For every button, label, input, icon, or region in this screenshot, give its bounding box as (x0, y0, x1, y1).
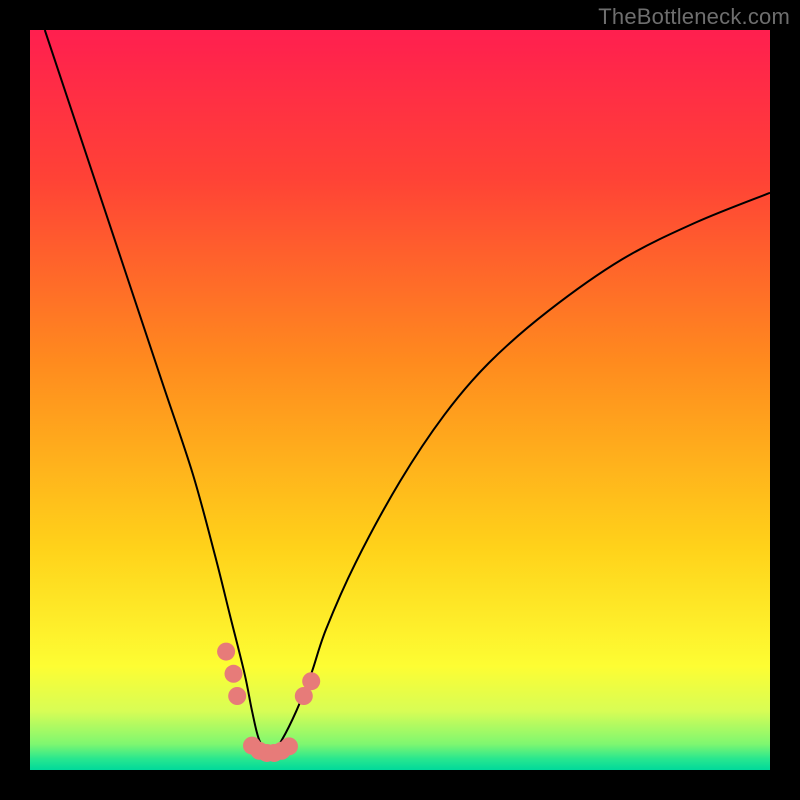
gradient-background (30, 30, 770, 770)
chart-frame: TheBottleneck.com (0, 0, 800, 800)
bottleneck-chart (30, 30, 770, 770)
attribution-label: TheBottleneck.com (598, 4, 790, 30)
marker-dot (225, 665, 243, 683)
marker-dot (302, 672, 320, 690)
marker-dot (217, 643, 235, 661)
marker-dot (228, 687, 246, 705)
marker-dot (280, 737, 298, 755)
